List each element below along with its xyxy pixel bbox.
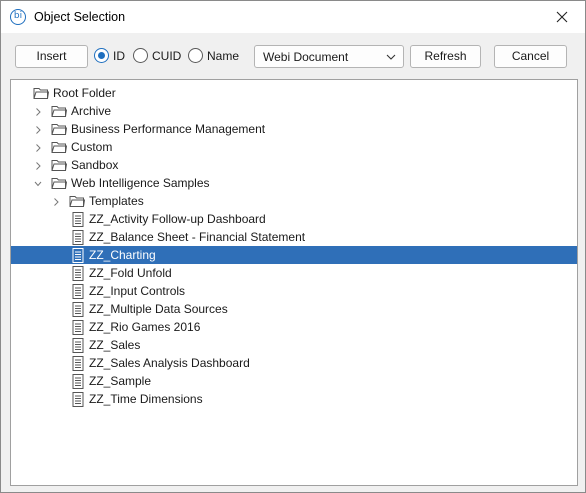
chevron-down-icon	[386, 54, 396, 60]
chevron-right-icon[interactable]	[33, 106, 43, 120]
tree-row-custom[interactable]: Custom	[11, 138, 577, 156]
tree-row-zz-fold-unfold[interactable]: ZZ_Fold Unfold	[11, 264, 577, 282]
folder-icon	[51, 158, 68, 175]
document-icon	[72, 392, 84, 410]
folder-tree[interactable]: Root Folder Archive Business Performance M…	[10, 79, 578, 486]
document-type-value: Webi Document	[263, 50, 349, 64]
radio-cuid[interactable]: CUID	[133, 48, 181, 63]
dialog-title: Object Selection	[34, 10, 126, 24]
tree-row-zz-input-controls[interactable]: ZZ_Input Controls	[11, 282, 577, 300]
tree-item-label: ZZ_Fold Unfold	[89, 266, 172, 280]
radio-cuid-indicator[interactable]	[133, 48, 148, 63]
tree-row-zz-sales[interactable]: ZZ_Sales	[11, 336, 577, 354]
title-bar: bi Object Selection	[1, 1, 585, 33]
tree-row-sandbox[interactable]: Sandbox	[11, 156, 577, 174]
refresh-button[interactable]: Refresh	[410, 45, 481, 68]
tree-item-label: Custom	[71, 140, 113, 154]
chevron-right-icon[interactable]	[33, 124, 43, 138]
insert-button[interactable]: Insert	[15, 45, 88, 68]
document-type-select[interactable]: Webi Document	[254, 45, 404, 68]
chevron-right-icon[interactable]	[51, 196, 61, 210]
tree-item-label: ZZ_Charting	[89, 248, 156, 262]
radio-name-indicator[interactable]	[188, 48, 203, 63]
object-selection-dialog: bi Object Selection Insert ID CUID Name …	[0, 0, 586, 493]
folder-icon	[51, 140, 68, 157]
chevron-right-icon[interactable]	[33, 142, 43, 156]
tree-row-zz-activity-follow-up-dashboard[interactable]: ZZ_Activity Follow-up Dashboard	[11, 210, 577, 228]
tree-item-label: ZZ_Balance Sheet - Financial Statement	[89, 230, 306, 244]
tree-row-zz-time-dimensions[interactable]: ZZ_Time Dimensions	[11, 390, 577, 408]
folder-icon	[69, 194, 86, 211]
tree-item-label: ZZ_Multiple Data Sources	[89, 302, 228, 316]
tree-item-label: Business Performance Management	[71, 122, 266, 136]
tree-row-web-intelligence-samples[interactable]: Web Intelligence Samples	[11, 174, 577, 192]
tree-row-zz-balance-sheet-financial-statement[interactable]: ZZ_Balance Sheet - Financial Statement	[11, 228, 577, 246]
radio-id-label[interactable]: ID	[113, 49, 125, 63]
radio-cuid-label[interactable]: CUID	[152, 49, 181, 63]
tree-row-business-performance-management[interactable]: Business Performance Management	[11, 120, 577, 138]
tree-item-label: ZZ_Input Controls	[89, 284, 186, 298]
radio-name[interactable]: Name	[188, 48, 239, 63]
close-icon	[556, 11, 568, 23]
tree-item-label: Root Folder	[53, 86, 116, 100]
tree-item-label: ZZ_Sample	[89, 374, 152, 388]
tree-row-templates[interactable]: Templates	[11, 192, 577, 210]
folder-icon	[51, 176, 68, 193]
tree-item-label: Web Intelligence Samples	[71, 176, 210, 190]
tree-row-zz-multiple-data-sources[interactable]: ZZ_Multiple Data Sources	[11, 300, 577, 318]
folder-icon	[51, 104, 68, 121]
radio-name-label[interactable]: Name	[207, 49, 239, 63]
tree-item-label: ZZ_Sales	[89, 338, 141, 352]
tree-item-label: ZZ_Activity Follow-up Dashboard	[89, 212, 266, 226]
close-button[interactable]	[539, 1, 585, 33]
radio-id-indicator[interactable]	[94, 48, 109, 63]
tree-item-label: Archive	[71, 104, 112, 118]
tree-row-zz-rio-games-2016[interactable]: ZZ_Rio Games 2016	[11, 318, 577, 336]
tree-row-zz-sample[interactable]: ZZ_Sample	[11, 372, 577, 390]
radio-id[interactable]: ID	[94, 48, 125, 63]
bi-app-icon: bi	[10, 9, 26, 25]
tree-item-label: ZZ_Sales Analysis Dashboard	[89, 356, 250, 370]
folder-icon	[33, 86, 50, 103]
folder-icon	[51, 122, 68, 139]
toolbar: Insert ID CUID Name Webi Document Refres…	[1, 33, 585, 79]
cancel-button[interactable]: Cancel	[494, 45, 567, 68]
chevron-right-icon[interactable]	[33, 160, 43, 174]
chevron-down-icon[interactable]	[33, 178, 43, 192]
tree-row-zz-charting[interactable]: ZZ_Charting	[11, 246, 577, 264]
tree-row-root-folder[interactable]: Root Folder	[11, 84, 577, 102]
tree-item-label: Sandbox	[71, 158, 119, 172]
tree-row-archive[interactable]: Archive	[11, 102, 577, 120]
tree-row-zz-sales-analysis-dashboard[interactable]: ZZ_Sales Analysis Dashboard	[11, 354, 577, 372]
tree-item-label: Templates	[89, 194, 144, 208]
tree-item-label: ZZ_Time Dimensions	[89, 392, 203, 406]
tree-item-label: ZZ_Rio Games 2016	[89, 320, 201, 334]
